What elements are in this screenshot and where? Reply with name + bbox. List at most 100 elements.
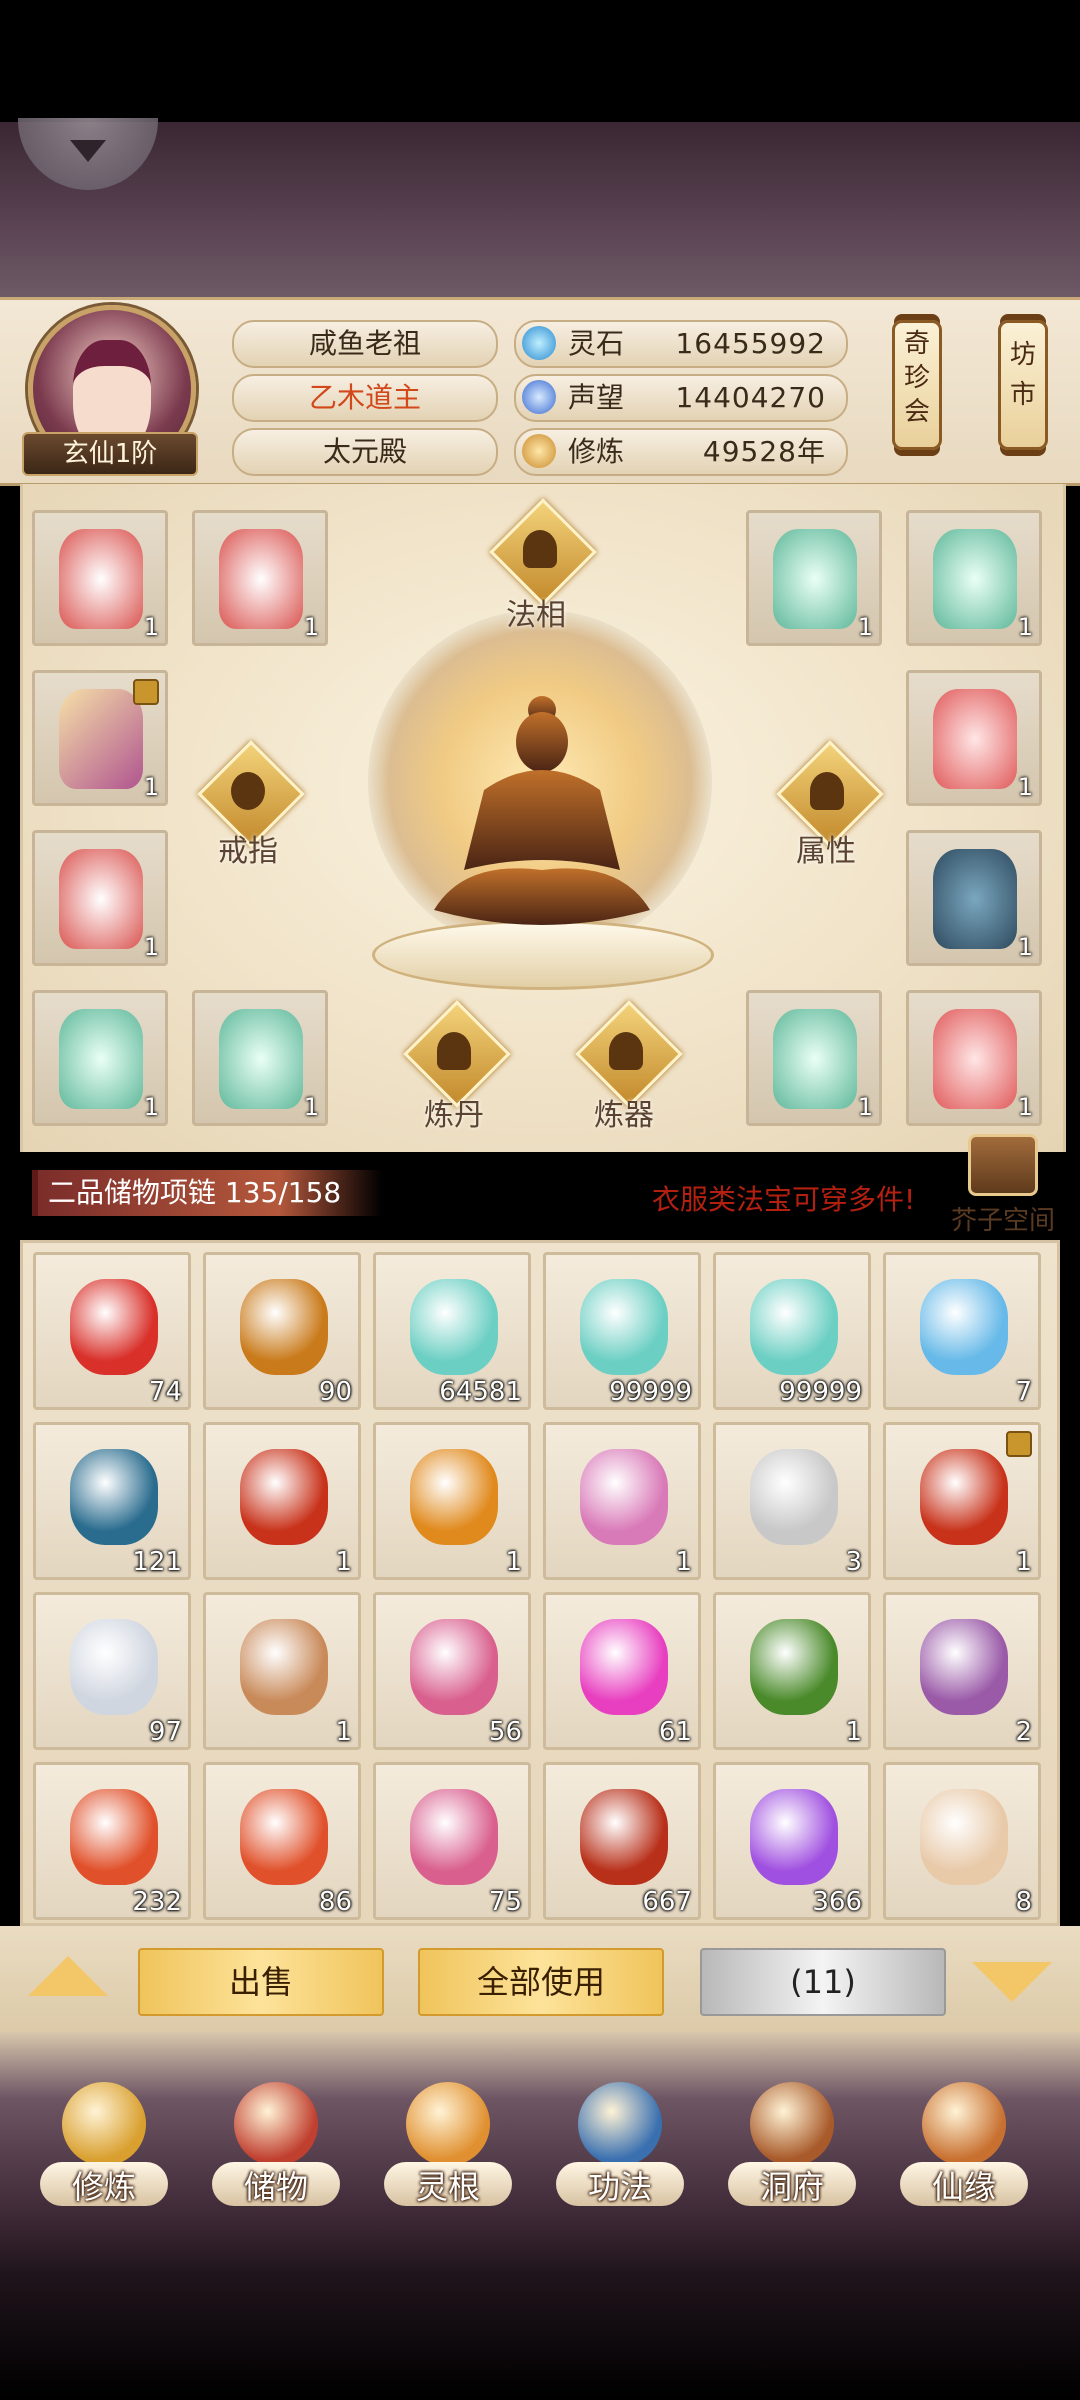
item-icon	[580, 1449, 668, 1545]
robe-icon	[933, 1009, 1017, 1109]
robe-icon	[219, 1009, 303, 1109]
inventory-slot[interactable]: 121	[33, 1422, 191, 1580]
inventory-slot[interactable]: 3	[713, 1422, 871, 1580]
equip-slot[interactable]: 1	[906, 990, 1042, 1126]
reputation-icon	[522, 380, 556, 414]
equip-slot[interactable]: 1	[746, 510, 882, 646]
inventory-slot[interactable]: 8	[883, 1762, 1041, 1920]
sell-button[interactable]: 出售	[138, 1948, 384, 2016]
item-count: 2	[1015, 1717, 1032, 1747]
equip-slot[interactable]: 1	[746, 990, 882, 1126]
item-count: 74	[148, 1377, 182, 1407]
nav-label: 储物	[243, 2168, 308, 2206]
inventory-slot[interactable]: 74	[33, 1252, 191, 1410]
nav-label: 洞府	[759, 2168, 824, 2206]
alchemy-button[interactable]	[403, 1000, 511, 1108]
item-count: 1	[143, 933, 159, 961]
item-count: 1	[675, 1547, 692, 1577]
page-down-icon[interactable]	[972, 1962, 1052, 2002]
nav-item[interactable]: 洞府	[722, 2032, 862, 2222]
fortune-gourd-icon	[922, 2082, 1006, 2166]
equip-slot[interactable]: 1	[32, 510, 168, 646]
inventory-slot[interactable]: 2	[883, 1592, 1041, 1750]
item-count: 75	[488, 1887, 522, 1917]
equip-slot[interactable]: 1	[32, 830, 168, 966]
inventory-slot[interactable]: 232	[33, 1762, 191, 1920]
reputation-resource: 声望 14404270	[514, 374, 848, 422]
selected-count-button[interactable]: (11)	[700, 1948, 946, 2016]
item-count: 232	[132, 1887, 182, 1917]
item-count: 1	[1017, 773, 1033, 801]
shop-label: 奇珍会	[904, 329, 931, 427]
item-icon	[920, 1619, 1008, 1715]
inventory-slot[interactable]: 1	[883, 1422, 1041, 1580]
inventory-slot[interactable]: 7	[883, 1252, 1041, 1410]
item-icon	[70, 1279, 158, 1375]
use-all-button[interactable]: 全部使用	[418, 1948, 664, 2016]
item-count: 1	[1017, 933, 1033, 961]
cave-residence-icon	[750, 2082, 834, 2166]
item-count: 1	[303, 613, 319, 641]
treasure-chest-icon	[968, 1134, 1038, 1196]
rare-treasure-shop-button[interactable]: 奇珍会	[892, 320, 942, 450]
inventory-slot[interactable]: 97	[33, 1592, 191, 1750]
item-count: 1	[845, 1717, 862, 1747]
ring-button[interactable]	[197, 740, 305, 848]
inventory-slot[interactable]: 61	[543, 1592, 701, 1750]
equip-slot[interactable]: 1	[32, 990, 168, 1126]
item-icon	[240, 1449, 328, 1545]
inventory-slot[interactable]: 86	[203, 1762, 361, 1920]
item-icon	[750, 1279, 838, 1375]
inventory-slot[interactable]: 99999	[713, 1252, 871, 1410]
inventory-slot[interactable]: 56	[373, 1592, 531, 1750]
inventory-slot[interactable]: 75	[373, 1762, 531, 1920]
equip-slot[interactable]: 1	[192, 510, 328, 646]
nav-item[interactable]: 功法	[550, 2032, 690, 2222]
market-button[interactable]: 坊市	[998, 320, 1048, 450]
equip-slot[interactable]: 1	[906, 830, 1042, 966]
nav-item[interactable]: 仙缘	[894, 2032, 1034, 2222]
inventory-slot[interactable]: 1	[713, 1592, 871, 1750]
item-count: 64581	[439, 1377, 522, 1407]
cultivation-resource: 修炼 49528年	[514, 428, 848, 476]
nav-item[interactable]: 修炼	[34, 2032, 174, 2222]
forging-button[interactable]	[575, 1000, 683, 1108]
inventory-slot[interactable]: 366	[713, 1762, 871, 1920]
inventory-slot[interactable]: 1	[203, 1422, 361, 1580]
inventory-slot[interactable]: 90	[203, 1252, 361, 1410]
faxiang-button[interactable]	[489, 498, 597, 606]
item-count: 7	[1015, 1377, 1032, 1407]
item-icon	[750, 1619, 838, 1715]
robe-icon	[219, 529, 303, 629]
inventory-slot[interactable]: 99999	[543, 1252, 701, 1410]
mustard-space-button[interactable]: 芥子空间	[948, 1134, 1058, 1236]
equip-slot[interactable]: 1	[32, 670, 168, 806]
item-icon	[70, 1619, 158, 1715]
player-title[interactable]: 乙木道主	[232, 374, 498, 422]
item-icon	[240, 1789, 328, 1885]
inventory-slot[interactable]: 64581	[373, 1252, 531, 1410]
inventory-slot[interactable]: 1	[543, 1422, 701, 1580]
page-up-icon[interactable]	[28, 1956, 108, 1996]
attributes-button[interactable]	[776, 740, 884, 848]
item-count: 1	[857, 1093, 873, 1121]
shop-label: 坊市	[1010, 340, 1037, 410]
nav-item[interactable]: 储物	[206, 2032, 346, 2222]
robe-icon	[933, 689, 1017, 789]
sect-name: 太元殿	[232, 428, 498, 476]
item-count: 1	[143, 1093, 159, 1121]
nav-item[interactable]: 灵根	[378, 2032, 518, 2222]
equip-slot[interactable]: 1	[192, 990, 328, 1126]
storage-title: 二品储物项链 135/158	[32, 1170, 382, 1216]
hat-icon	[810, 772, 844, 810]
inventory-slot[interactable]: 1	[373, 1422, 531, 1580]
inventory-slot[interactable]: 667	[543, 1762, 701, 1920]
inventory-slot[interactable]: 1	[203, 1592, 361, 1750]
equip-slot[interactable]: 1	[906, 510, 1042, 646]
cultivate-icon	[62, 2082, 146, 2166]
cauldron-icon	[437, 1032, 471, 1070]
storage-bag-icon	[234, 2082, 318, 2166]
equip-slot[interactable]: 1	[906, 670, 1042, 806]
resource-label: 声望	[568, 381, 625, 414]
item-count: 97	[148, 1717, 182, 1747]
